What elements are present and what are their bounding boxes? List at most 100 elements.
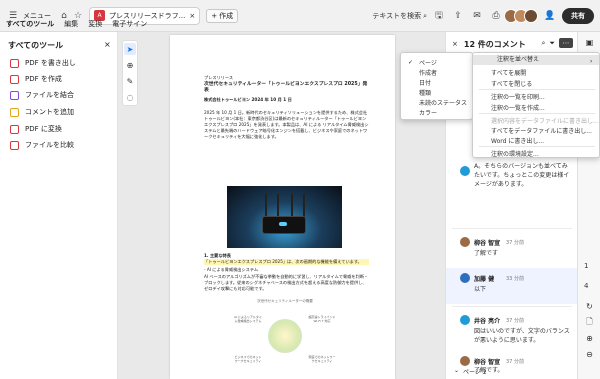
sort-option[interactable]: 未読のステータス: [419, 98, 467, 107]
doc-features-paragraph: AI ベースのアルゴリズムが不審な挙動を自動的に学習し、リアルタイムで脅威を判断…: [204, 274, 369, 291]
user-add-icon[interactable]: 👤: [543, 9, 557, 23]
page-group-header[interactable]: ⌄ ページ 2: [454, 367, 487, 376]
comment-item[interactable]: 井谷 亮介 37 分前 図はいいのですが、文字のバランスが悪いように思います。: [446, 310, 578, 350]
sort-option[interactable]: カラー: [419, 108, 437, 117]
router-led: [279, 222, 287, 226]
divider: [452, 306, 572, 307]
upload-icon[interactable]: ⇪: [451, 9, 465, 23]
avatar: [524, 9, 538, 23]
menu-item-collapse-all[interactable]: すべてを閉じる: [491, 79, 532, 88]
close-tab-icon[interactable]: ×: [189, 12, 195, 20]
close-icon[interactable]: ×: [104, 40, 111, 49]
avatar: [460, 273, 470, 283]
tool-combine-files[interactable]: ファイルを結合: [10, 90, 74, 100]
file-icon[interactable]: 🗋: [583, 316, 596, 329]
menu-item-print-list[interactable]: 注釈の一覧を印刷...: [491, 92, 545, 101]
mail-icon[interactable]: ✉: [470, 9, 484, 23]
comment-item[interactable]: 柳谷 智宣 37 分前 了解です: [446, 232, 578, 268]
pen-icon[interactable]: ✎: [124, 75, 136, 87]
divider: [452, 228, 572, 229]
comment-author: 井谷 亮介: [474, 318, 501, 325]
tool-export-pdf[interactable]: PDF を書き出し: [10, 58, 76, 68]
chevron-right-icon: ›: [590, 58, 593, 65]
sort-submenu: ✓ ページ 作成者 日付 種類 未読のステータス カラー: [400, 52, 473, 120]
sort-option[interactable]: 作成者: [419, 68, 437, 77]
save-icon[interactable]: 🖫: [432, 9, 446, 23]
diagram-node: ビジネスでのネットワークセキュリティ: [234, 355, 262, 363]
sort-option[interactable]: 種類: [419, 88, 431, 97]
overview-diagram: 次世代セキュリティルーターの概要 AI によるリアルタイム脅威検出システム 超高…: [230, 299, 340, 377]
filter-icon[interactable]: ⏷: [549, 39, 555, 48]
comment-body: A。そちらのバージョンも並べてみたいです。ちょっとこの変更は様イメージがあります…: [474, 163, 570, 188]
cursor-icon[interactable]: ➤: [124, 43, 136, 55]
doc-paragraph: 2025 年 10 月 1 日。新時代のセキュリティソリューションを提供するため…: [204, 110, 369, 139]
zoom-out-icon[interactable]: ⊖: [583, 348, 596, 361]
document-page[interactable]: プレスリリース 次世代セキュリティルーター「トゥールビヨンエクスプレスプロ 20…: [170, 35, 395, 379]
lasso-icon[interactable]: ◌: [124, 91, 136, 103]
chevron-down-icon: ⌄: [454, 367, 460, 374]
doc-title: 次世代セキュリティルーター「トゥールビヨンエクスプレスプロ 2025」発表: [204, 82, 368, 93]
avatar: [460, 315, 470, 325]
more-options-button[interactable]: ⋯: [559, 38, 573, 48]
tool-compare-files[interactable]: ファイルを比較: [10, 140, 74, 150]
menu-item-expand-all[interactable]: すべてを展開: [491, 68, 526, 77]
sort-option[interactable]: ページ: [419, 58, 437, 67]
compare-files-icon: [10, 140, 19, 150]
search-text-button[interactable]: テキストを検索 ⌕: [372, 11, 427, 21]
comment-item[interactable]: 加藤 健 33 分前 以下: [446, 268, 578, 304]
doc-label: プレスリリース: [204, 75, 234, 80]
tool-label: ファイルを比較: [25, 141, 74, 149]
diagram-title: 次世代セキュリティルーターの概要: [257, 299, 313, 303]
avatar: [460, 237, 470, 247]
tool-convert-to-pdf[interactable]: PDF に変換: [10, 124, 62, 134]
tool-add-comment[interactable]: コメントを追加: [10, 107, 74, 117]
antenna: [291, 194, 293, 218]
antenna: [303, 194, 305, 218]
comments-rail-icon[interactable]: ▣: [583, 36, 596, 49]
divider: [479, 89, 595, 90]
plus-icon: +: [211, 11, 218, 20]
menu-item-export-word[interactable]: Word に書き出し...: [491, 136, 544, 145]
collaborator-avatars[interactable]: [504, 9, 538, 23]
avatar: [460, 356, 470, 366]
tool-label: ファイルを結合: [25, 91, 74, 99]
search-icon: ⌕: [423, 11, 427, 20]
antenna: [277, 194, 279, 218]
menu-item-create-list[interactable]: 注釈の一覧を作成...: [491, 103, 545, 112]
comment-body: 図はいいのですが、文字のバランスが悪いように思います。: [474, 328, 570, 344]
comments-tools: ⌕ ⏷ ⋯: [541, 38, 573, 48]
sort-option[interactable]: 日付: [419, 78, 431, 87]
close-icon[interactable]: ×: [452, 40, 458, 48]
router-image: [227, 186, 342, 248]
diagram-node: 家庭でのネットワークセキュリティ: [308, 355, 336, 363]
create-pdf-icon: [10, 74, 19, 84]
menu-item-sort[interactable]: 注釈を並べ替え: [473, 55, 599, 65]
tools-panel-title: すべてのツール: [8, 41, 64, 50]
antenna: [265, 194, 267, 218]
tool-label: PDF を作成: [25, 75, 62, 83]
zoom-icon[interactable]: ⊕: [124, 59, 136, 71]
comment-item[interactable]: A。そちらのバージョンも並べてみたいです。ちょっとこの変更は様イメージがあります…: [446, 160, 578, 230]
comments-options-menu: 注釈を並べ替え › すべてを展開 すべてを閉じる 注釈の一覧を印刷... 注釈の…: [472, 52, 600, 158]
comment-body: 了解です。: [474, 367, 504, 374]
comment-author: 柳谷 智宣: [474, 359, 501, 366]
menu-item-export-selected: 選択内容をデータファイルに書き出し...: [491, 118, 599, 125]
divider: [479, 113, 595, 114]
menu-item-export-all[interactable]: すべてをデータファイルに書き出し...: [491, 126, 592, 135]
comment-body: 以下: [474, 286, 487, 293]
comment-body: 了解です: [474, 250, 499, 257]
menu-item-preferences[interactable]: 注釈の環境設定...: [491, 149, 539, 158]
zoom-in-icon[interactable]: ⊕: [583, 332, 596, 345]
doc-company-line: 株式会社トゥールビヨン 2024 年 10 月 1 日: [204, 97, 292, 102]
search-icon[interactable]: ⌕: [541, 39, 545, 48]
export-pdf-icon: [10, 58, 19, 68]
tool-create-pdf[interactable]: PDF を作成: [10, 74, 62, 84]
refresh-icon[interactable]: ↻: [583, 300, 596, 313]
doc-features-line: - AI による脅威検出システム: [204, 267, 259, 272]
print-icon[interactable]: ⎙: [489, 9, 503, 23]
tool-label: コメントを追加: [25, 108, 74, 116]
share-button[interactable]: 共有: [562, 8, 594, 24]
new-tab-button[interactable]: + 作成: [206, 8, 239, 23]
new-tab-label: 作成: [219, 11, 234, 20]
divider: [479, 146, 595, 147]
